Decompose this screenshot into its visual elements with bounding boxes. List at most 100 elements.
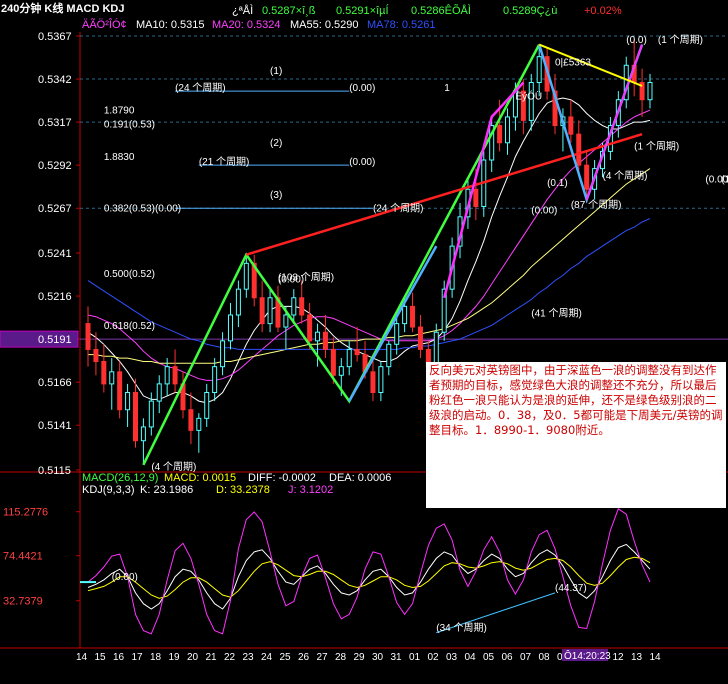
candle-body <box>125 392 131 411</box>
candle-body <box>473 188 479 207</box>
annotation-label: (0.00) <box>349 83 375 94</box>
macd-dea: DEA: 0.0006 <box>329 472 391 484</box>
price-tick-label: 0.5216 <box>38 291 72 303</box>
quote-change-percent: +0.02% <box>584 5 622 17</box>
time-tick-label: 22 <box>224 652 236 663</box>
time-tick-label: 23 <box>243 652 255 663</box>
candle-body <box>386 343 392 368</box>
time-tick-label: 02 <box>428 652 440 663</box>
quote-open-label: ¿ªÅÌ <box>232 4 253 17</box>
candle-body <box>117 371 123 411</box>
time-axis: 14 15 16 17 18 19 20 21 22 23 24 25 26 27 28 29 30 31 01 02… <box>76 649 661 663</box>
candle-body <box>378 366 384 393</box>
kdj-panel: 115.2776 74.4421 32.7379 (0.00) (44.37) (34 个… <box>3 507 651 635</box>
current-price-label: 0.5191 <box>38 334 72 346</box>
time-tick-label: 29 <box>354 652 366 663</box>
annotation-label: 0.618(0.52) <box>104 321 155 332</box>
candle-body <box>148 400 154 428</box>
kdj-tick-label: 74.4421 <box>3 551 43 563</box>
candle-body <box>227 314 233 342</box>
annotation-label: (0.00) <box>531 205 557 216</box>
annotation-label: 0.500(0.52) <box>104 269 155 280</box>
time-tick-label: 21 <box>206 652 218 663</box>
price-tick-label: 0.5267 <box>38 203 72 215</box>
candle-body <box>330 348 336 376</box>
candle-body <box>536 56 542 84</box>
annotation-label: (4 个周期) <box>603 170 648 182</box>
annotation-label: (24 个周期) <box>175 82 226 94</box>
price-tick-label: 0.5342 <box>38 74 72 86</box>
candle-body <box>220 340 226 368</box>
time-tick-label: 27 <box>317 652 329 663</box>
candle-body <box>101 361 107 385</box>
annotation-label: 0.382(0.53)(0.00) <box>104 204 181 215</box>
kdj-annotation: (34 个周期) <box>436 622 487 634</box>
price-tick-label: 0.5166 <box>38 377 72 389</box>
price-axis: 0.5367 0.5342 0.5317 0.5292 0.5267 0.5241 0.52… <box>0 31 80 477</box>
annotation-label: 1.8830 <box>104 152 135 163</box>
kdj-line-k <box>87 543 651 610</box>
chart: 240分钟 K线 MACD KDJ ÄÃÖ²ÎÓ¢ MA10: 0.5315 M… <box>0 1 728 663</box>
time-tick-label: 05 <box>483 652 495 663</box>
candle-body <box>505 116 511 144</box>
time-tick-label: 04 <box>465 652 477 663</box>
annotation-label: (1 个周期) <box>658 34 703 46</box>
annotation-label: (1 个周期) <box>721 173 728 185</box>
candle-body <box>188 409 194 431</box>
kdj-title: KDJ(9,3,3) <box>82 484 135 496</box>
annotation-label: (24 个周期) <box>373 203 424 215</box>
annotation-label: (0.00) <box>349 157 375 168</box>
candle-body <box>584 164 590 190</box>
candle-body <box>283 314 289 328</box>
candle-body <box>156 383 162 402</box>
ma-prefix: ÄÃÖ²ÎÓ¢ <box>82 18 127 31</box>
ma55-label: MA55: 0.5290 <box>290 19 359 31</box>
candle-body <box>568 116 574 135</box>
candle-body <box>576 133 582 166</box>
candle-body <box>647 82 653 101</box>
price-tick-label: 0.5292 <box>38 160 72 172</box>
kdj-annotation: (0.00) <box>112 572 138 583</box>
annotation-label: (41 个周期) <box>531 308 582 320</box>
candle-body <box>243 262 249 290</box>
quote-high: 0.5287×î¸ß <box>262 5 316 17</box>
candle-body <box>140 426 146 442</box>
ma10-label: MA10: 0.5315 <box>136 19 205 31</box>
annotation-label: ÈýÓÜ <box>515 90 542 103</box>
candle-body <box>291 297 297 316</box>
time-tick-label: 08 <box>539 652 551 663</box>
candle-body <box>85 323 91 350</box>
macd-title: MACD(26,12,9) <box>82 472 158 484</box>
time-tick-label: 31 <box>391 652 403 663</box>
kdj-tick-label: 32.7379 <box>3 596 43 608</box>
time-tick-label: 19 <box>169 652 181 663</box>
price-tick-label: 0.5115 <box>38 465 71 477</box>
annotation-label: 1.8790 <box>104 106 135 117</box>
chart-title: 240分钟 K线 MACD KDJ <box>1 1 124 15</box>
price-tick-label: 0.5241 <box>38 248 72 260</box>
time-tick-label: 24 <box>261 652 273 663</box>
annotation-label: (1 个周期) <box>634 141 679 153</box>
time-tick-label: 01 <box>409 652 421 663</box>
price-tick-label: 0.5367 <box>38 31 72 43</box>
candle-body <box>109 371 115 385</box>
time-tick-label: 14 <box>650 652 662 663</box>
kdj-k: K: 23.1986 <box>140 484 193 496</box>
candle-body <box>315 331 321 342</box>
annotation-label: (21 个周期) <box>199 156 250 168</box>
annotation-label: 0|£5363 <box>555 57 591 68</box>
quote-low: 0.5291×îµÍ <box>336 4 389 17</box>
quote-close: 0.5286ÊÕÅÌ <box>411 4 471 17</box>
candle-body <box>93 348 99 363</box>
analysis-note: 反向美元对英镑图中，由于深蓝色一浪的调整没有到达作者预期的目标，感觉绿色大浪的调… <box>426 362 726 508</box>
ma-line-ma10 <box>87 97 651 404</box>
time-tick-label: 28 <box>335 652 347 663</box>
candle-body <box>417 326 423 350</box>
time-tick-label: 13 <box>631 652 643 663</box>
annotation-label: (3) <box>270 190 282 201</box>
annotation-label: (87 个周期) <box>571 199 622 211</box>
annotation-label: (0.0) <box>626 35 647 46</box>
time-tick-label: 16 <box>113 652 125 663</box>
time-tick-label: 26 <box>298 652 310 663</box>
kdj-tick-label: 115.2776 <box>3 507 48 519</box>
